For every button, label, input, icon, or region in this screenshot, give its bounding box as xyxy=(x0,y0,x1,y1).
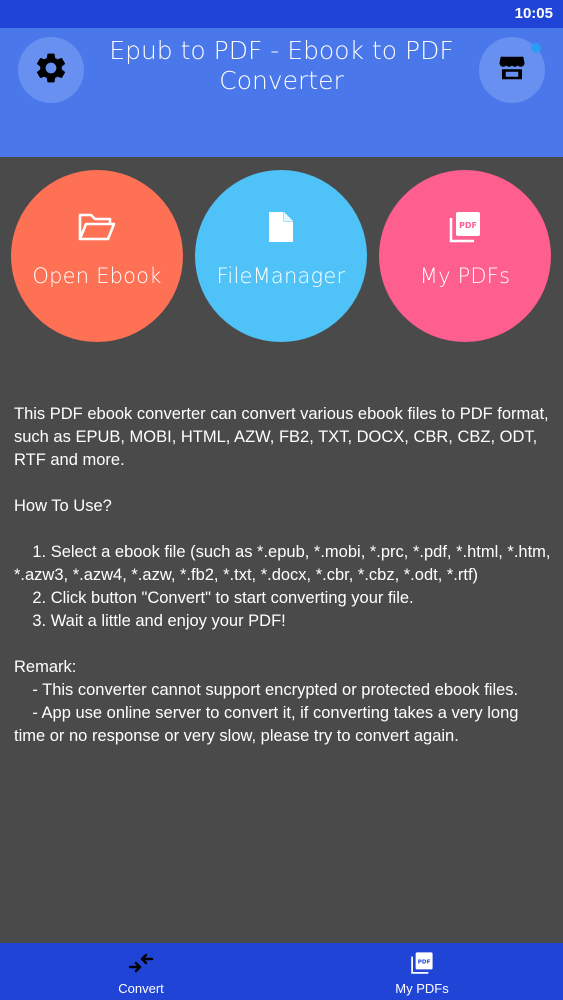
pdf-icon: PDF xyxy=(379,210,551,244)
description-text: This PDF ebook converter can convert var… xyxy=(14,405,551,745)
gear-icon xyxy=(33,50,69,90)
file-manager-label: FileManager xyxy=(216,264,346,288)
notification-dot xyxy=(531,43,541,53)
nav-convert-label: Convert xyxy=(118,981,164,996)
open-ebook-label: Open Ebook xyxy=(32,264,162,288)
my-pdfs-button[interactable]: PDF My PDFs xyxy=(379,170,551,342)
store-button[interactable] xyxy=(479,37,545,103)
file-manager-button[interactable]: FileManager xyxy=(195,170,367,342)
open-ebook-button[interactable]: Open Ebook xyxy=(11,170,183,342)
file-icon xyxy=(195,210,367,244)
svg-text:PDF: PDF xyxy=(459,221,477,230)
status-time: 10:05 xyxy=(514,5,553,22)
settings-button[interactable] xyxy=(18,37,84,103)
nav-convert[interactable]: Convert xyxy=(61,943,221,1000)
nav-my-pdfs[interactable]: PDF My PDFs xyxy=(342,943,502,1000)
folder-open-icon xyxy=(11,210,183,244)
status-bar: 10:05 xyxy=(0,0,563,28)
app-header: Epub to PDF - Ebook to PDF Converter xyxy=(0,28,563,157)
bottom-nav: Convert PDF My PDFs xyxy=(0,943,563,1000)
my-pdfs-label: My PDFs xyxy=(419,264,511,288)
page-title: Epub to PDF - Ebook to PDF Converter xyxy=(109,36,454,95)
pdf-icon: PDF xyxy=(410,951,434,975)
nav-my-pdfs-label: My PDFs xyxy=(395,981,449,996)
store-icon xyxy=(497,53,527,87)
svg-text:PDF: PDF xyxy=(418,960,431,966)
convert-arrows-icon xyxy=(128,951,154,975)
